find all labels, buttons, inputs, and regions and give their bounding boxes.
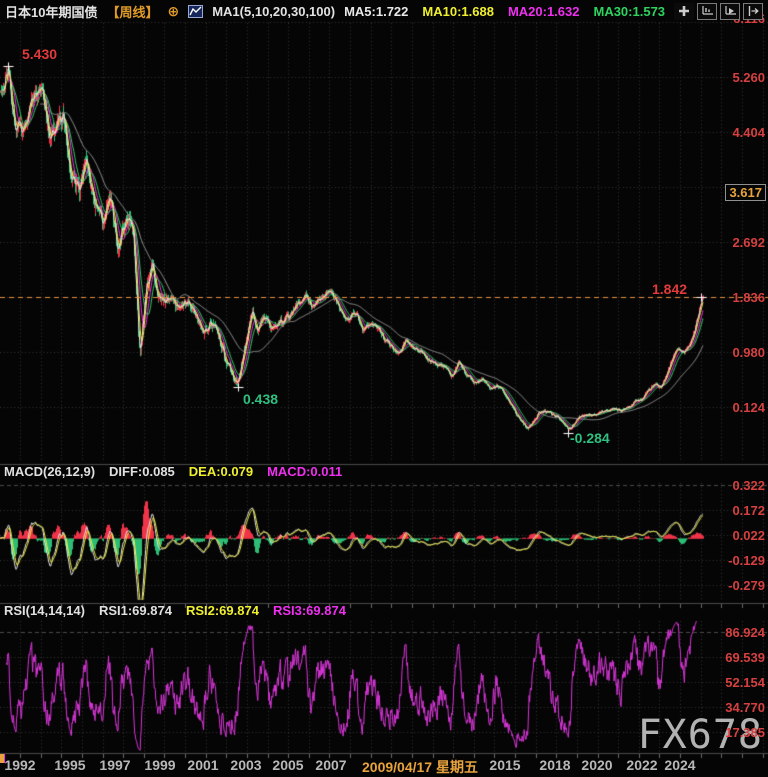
axis-value-label: 2.692 xyxy=(732,235,765,250)
header-bar: 日本10年期国债 【周线】 ⊕ MA1(5,10,20,30,100) MA5:… xyxy=(0,0,768,22)
time-tick-label: 2024 xyxy=(664,757,695,773)
axis-value-label: 69.539 xyxy=(725,650,765,665)
axis-value-label: 5.260 xyxy=(732,70,765,85)
axis-value-label: 3.617 xyxy=(725,184,766,201)
axis-value-label: 4.404 xyxy=(732,125,765,140)
time-tick-label: 2015 xyxy=(489,757,520,773)
link-icon[interactable]: ⊕ xyxy=(167,3,179,20)
time-tick-label: 1995 xyxy=(54,757,85,773)
ma-group-label: MA1(5,10,20,30,100) xyxy=(212,4,335,19)
time-tick-label: 2001 xyxy=(187,757,218,773)
axis-value-label: 17.385 xyxy=(725,725,765,740)
price-annotation: 0.438 xyxy=(243,391,278,407)
ma-value-0: MA5:1.722 xyxy=(344,4,408,19)
axis-value-label: 0.322 xyxy=(732,478,765,493)
zoom-axis-play-icon[interactable] xyxy=(720,3,740,20)
axis-value-label: 0.022 xyxy=(732,528,765,543)
instrument-title: 日本10年期国债 xyxy=(5,2,97,21)
axis-value-label: -0.279 xyxy=(728,578,765,593)
axis-value-label: 1.836 xyxy=(732,290,765,305)
shift-right-icon[interactable] xyxy=(743,3,763,20)
axis-value-label: 86.924 xyxy=(725,625,765,640)
time-tick-label: 2022 xyxy=(626,757,657,773)
rsi-header-part-3: RSI3:69.874 xyxy=(273,603,346,618)
rsi-header-part-0: RSI(14,14,14) xyxy=(4,603,85,618)
time-tick-label: 2007 xyxy=(315,757,346,773)
time-tick-label: 2003 xyxy=(230,757,261,773)
zoom-axis-in-icon[interactable] xyxy=(697,3,717,20)
axis-value-label: 0.980 xyxy=(732,345,765,360)
axis-value-label: -0.129 xyxy=(728,553,765,568)
time-tick-label: 1997 xyxy=(99,757,130,773)
axis-value-label: 34.770 xyxy=(725,700,765,715)
ma-value-3: MA30:1.573 xyxy=(593,4,665,19)
price-annotation: -0.284 xyxy=(570,430,610,446)
macd-pane-header: MACD(26,12,9) DIFF:0.085 DEA:0.079 MACD:0.0… xyxy=(4,464,342,479)
ma-value-1: MA10:1.688 xyxy=(422,4,494,19)
price-annotation: 1.842 xyxy=(652,281,687,297)
rsi-header-part-2: RSI2:69.874 xyxy=(186,603,259,618)
axis-value-label: 52.154 xyxy=(725,675,765,690)
chart-application: 日本10年期国债 【周线】 ⊕ MA1(5,10,20,30,100) MA5:… xyxy=(0,0,768,777)
chart-type-icon[interactable] xyxy=(188,5,203,18)
time-tick-label: 1999 xyxy=(144,757,175,773)
ma-value-2: MA20:1.632 xyxy=(508,4,580,19)
period-selector[interactable]: 【周线】 xyxy=(106,2,158,21)
chart-canvas[interactable] xyxy=(0,0,768,777)
axis-value-label: 0.172 xyxy=(732,503,765,518)
axis-value-label: 0.124 xyxy=(732,400,765,415)
macd-header-part-3: MACD:0.011 xyxy=(267,464,342,479)
macd-header-part-0: MACD(26,12,9) xyxy=(4,464,95,479)
time-tick-label: 2020 xyxy=(581,757,612,773)
rsi-header-part-1: RSI1:69.874 xyxy=(99,603,172,618)
price-annotation: 5.430 xyxy=(22,46,57,62)
macd-header-part-1: DIFF:0.085 xyxy=(109,464,175,479)
time-tick-label: 1992 xyxy=(4,757,35,773)
time-tick-label: 2009/04/17 星期五 xyxy=(362,757,478,777)
ma-values-group: MA5:1.722 MA10:1.688 MA20:1.632 MA30:1.573 xyxy=(344,4,665,19)
macd-header-part-2: DEA:0.079 xyxy=(189,464,253,479)
toolbar xyxy=(674,3,763,20)
time-tick-label: 2005 xyxy=(272,757,303,773)
time-tick-label: 2018 xyxy=(539,757,570,773)
rsi-pane-header: RSI(14,14,14) RSI1:69.874 RSI2:69.874 RSI3:… xyxy=(4,603,346,618)
move-icon[interactable] xyxy=(674,3,694,20)
